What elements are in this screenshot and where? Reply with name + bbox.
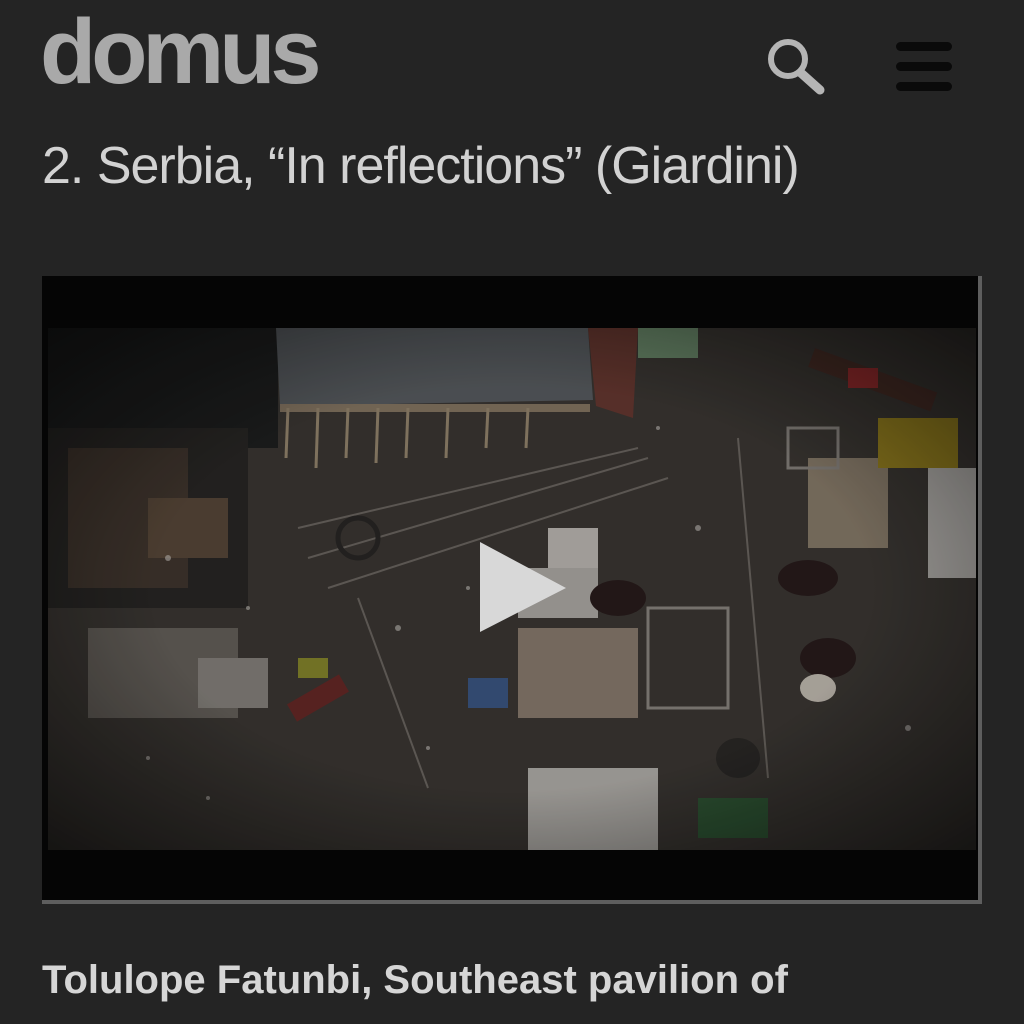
video-player[interactable] (42, 276, 982, 904)
search-button[interactable] (762, 34, 828, 100)
next-section-heading: Tolulope Fatunbi, Southeast pavilion of (42, 958, 788, 1002)
search-icon (768, 39, 825, 95)
section-title: 2. Serbia, “In reflections” (Giardini) (42, 137, 800, 195)
domus-logo[interactable]: domus (40, 2, 322, 102)
menu-button[interactable] (892, 40, 958, 94)
play-icon (480, 542, 566, 632)
play-button[interactable] (42, 276, 982, 904)
